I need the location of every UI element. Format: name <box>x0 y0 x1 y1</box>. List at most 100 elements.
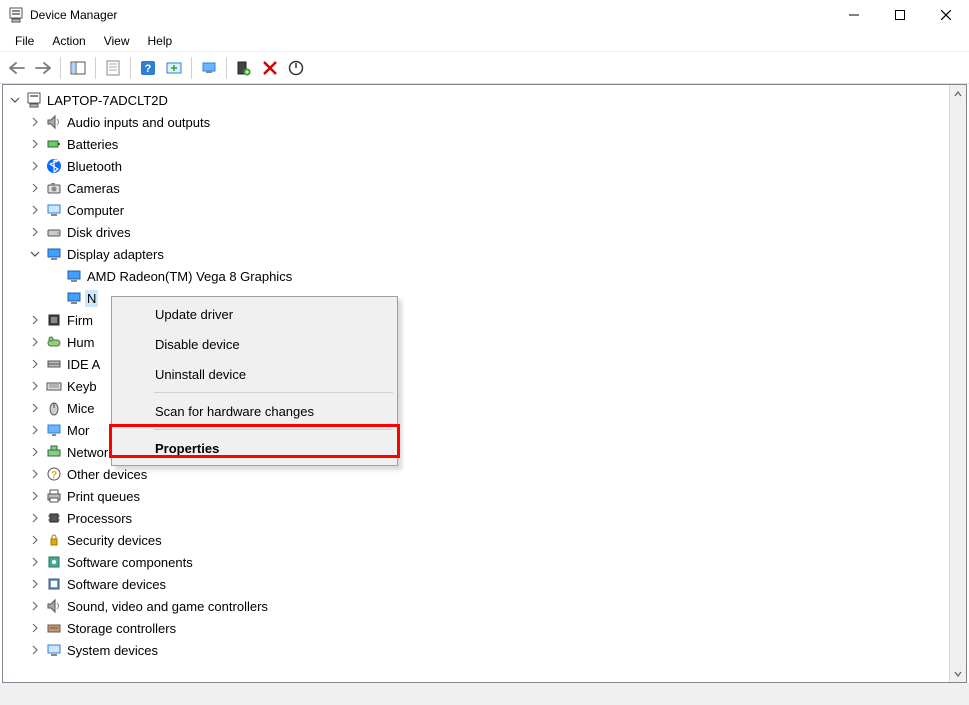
chevron-down-icon[interactable] <box>27 246 43 262</box>
chevron-right-icon[interactable] <box>27 642 43 658</box>
display-icon <box>65 290 83 306</box>
ide-icon <box>45 356 63 372</box>
mouse-icon <box>45 400 63 416</box>
tree-category[interactable]: Batteries <box>7 133 949 155</box>
context-menu-disable-device[interactable]: Disable device <box>114 329 395 359</box>
chevron-right-icon[interactable] <box>27 114 43 130</box>
tree-device-label: AMD Radeon(TM) Vega 8 Graphics <box>85 268 294 285</box>
tree-category[interactable]: Sound, video and game controllers <box>7 595 949 617</box>
chevron-right-icon[interactable] <box>27 466 43 482</box>
tree-category-label: Hum <box>65 334 96 351</box>
chevron-right-icon[interactable] <box>27 400 43 416</box>
tree-category-label: Display adapters <box>65 246 166 263</box>
context-menu-scan-hardware[interactable]: Scan for hardware changes <box>114 396 395 426</box>
keyboard-icon <box>45 378 63 394</box>
chevron-right-icon[interactable] <box>27 180 43 196</box>
printer-icon <box>45 488 63 504</box>
svg-text:?: ? <box>145 63 152 75</box>
menu-file[interactable]: File <box>6 31 43 51</box>
tree-category-label: IDE A <box>65 356 102 373</box>
tree-category-label: Batteries <box>65 136 120 153</box>
toolbar: ? <box>0 52 969 84</box>
tree-category[interactable]: Cameras <box>7 177 949 199</box>
tree-category-label: Disk drives <box>65 224 133 241</box>
scroll-up-arrow[interactable] <box>950 85 966 102</box>
tree-category-label: Bluetooth <box>65 158 124 175</box>
sound-icon <box>45 598 63 614</box>
maximize-button[interactable] <box>877 0 923 30</box>
tree-category[interactable]: Audio inputs and outputs <box>7 111 949 133</box>
vertical-scrollbar[interactable] <box>949 85 966 682</box>
toolbar-uninstall-device-button[interactable] <box>258 56 282 80</box>
scroll-down-arrow[interactable] <box>950 665 966 682</box>
toolbar-show-hide-button[interactable] <box>66 56 90 80</box>
toolbar-back-button[interactable] <box>5 56 29 80</box>
tree-category[interactable]: Disk drives <box>7 221 949 243</box>
tree-category[interactable]: Bluetooth <box>7 155 949 177</box>
chevron-right-icon[interactable] <box>27 598 43 614</box>
context-menu-update-driver[interactable]: Update driver <box>114 299 395 329</box>
cpu-icon <box>45 510 63 526</box>
chevron-right-icon[interactable] <box>27 136 43 152</box>
chevron-right-icon[interactable] <box>27 158 43 174</box>
chevron-right-icon[interactable] <box>27 532 43 548</box>
tree-category-label: Mor <box>65 422 91 439</box>
chevron-right-icon[interactable] <box>27 554 43 570</box>
chevron-right-icon[interactable] <box>27 334 43 350</box>
chevron-right-icon[interactable] <box>27 356 43 372</box>
tree-root[interactable]: LAPTOP-7ADCLT2D <box>7 89 949 111</box>
computer-icon <box>45 202 63 218</box>
menu-action[interactable]: Action <box>43 31 94 51</box>
chevron-right-icon[interactable] <box>27 620 43 636</box>
context-menu: Update driver Disable device Uninstall d… <box>111 296 398 466</box>
svg-text:?: ? <box>51 470 57 481</box>
tree-category[interactable]: Display adapters <box>7 243 949 265</box>
chevron-right-icon[interactable] <box>27 224 43 240</box>
tree-category-label: Other devices <box>65 466 149 483</box>
menu-view[interactable]: View <box>95 31 139 51</box>
display-icon <box>45 246 63 262</box>
chevron-right-icon[interactable] <box>27 510 43 526</box>
chevron-right-icon[interactable] <box>27 444 43 460</box>
tree-category-label: Audio inputs and outputs <box>65 114 212 131</box>
toolbar-update-driver-button[interactable] <box>162 56 186 80</box>
tree-category[interactable]: Print queues <box>7 485 949 507</box>
tree-category[interactable]: Storage controllers <box>7 617 949 639</box>
chevron-right-icon[interactable] <box>27 422 43 438</box>
chevron-right-icon[interactable] <box>27 378 43 394</box>
toolbar-enable-device-button[interactable] <box>232 56 256 80</box>
toolbar-help-button[interactable]: ? <box>136 56 160 80</box>
tree-category[interactable]: Software components <box>7 551 949 573</box>
tree-category[interactable]: ? Other devices <box>7 463 949 485</box>
toolbar-scan-hardware-button[interactable] <box>197 56 221 80</box>
close-button[interactable] <box>923 0 969 30</box>
minimize-button[interactable] <box>831 0 877 30</box>
tree-device-label: N <box>85 290 98 307</box>
tree-category-label: Sound, video and game controllers <box>65 598 270 615</box>
tree-category-label: Firm <box>65 312 95 329</box>
tree-category[interactable]: System devices <box>7 639 949 661</box>
toolbar-disable-device-button[interactable] <box>284 56 308 80</box>
toolbar-forward-button[interactable] <box>31 56 55 80</box>
menubar: File Action View Help <box>0 30 969 52</box>
tree-category-label: Print queues <box>65 488 142 505</box>
chevron-right-icon[interactable] <box>27 202 43 218</box>
context-menu-uninstall-device[interactable]: Uninstall device <box>114 359 395 389</box>
tree-category[interactable]: Security devices <box>7 529 949 551</box>
tree-device[interactable]: AMD Radeon(TM) Vega 8 Graphics <box>7 265 949 287</box>
toolbar-properties-button[interactable] <box>101 56 125 80</box>
device-tree[interactable]: LAPTOP-7ADCLT2D Audio inputs and outputs… <box>3 85 949 682</box>
chevron-right-icon[interactable] <box>27 312 43 328</box>
speaker-icon <box>45 114 63 130</box>
tree-category[interactable]: Computer <box>7 199 949 221</box>
bluetooth-icon <box>45 158 63 174</box>
tree-root-label: LAPTOP-7ADCLT2D <box>45 92 170 109</box>
tree-category[interactable]: Processors <box>7 507 949 529</box>
expander-icon[interactable] <box>7 92 23 108</box>
tree-category[interactable]: Software devices <box>7 573 949 595</box>
context-menu-properties[interactable]: Properties <box>114 433 395 463</box>
chevron-right-icon[interactable] <box>27 488 43 504</box>
softcomp-icon <box>45 554 63 570</box>
chevron-right-icon[interactable] <box>27 576 43 592</box>
menu-help[interactable]: Help <box>139 31 182 51</box>
